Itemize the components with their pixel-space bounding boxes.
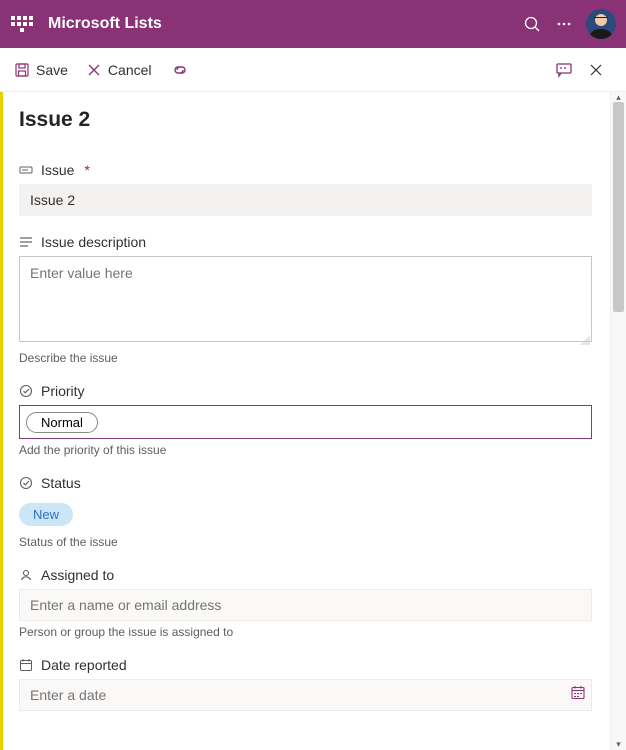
choice-icon <box>19 476 33 490</box>
multiline-icon <box>19 235 33 249</box>
status-label: Status <box>41 475 81 491</box>
person-icon <box>19 568 33 582</box>
form: Issue 2 Issue * Issue description Describ… <box>0 92 610 750</box>
app-title: Microsoft Lists <box>48 15 162 33</box>
status-helper: Status of the issue <box>19 535 592 549</box>
cancel-label: Cancel <box>108 62 152 78</box>
search-icon[interactable] <box>516 8 548 40</box>
description-helper: Describe the issue <box>19 351 592 365</box>
cancel-button[interactable]: Cancel <box>86 62 152 78</box>
issue-input[interactable] <box>19 184 592 216</box>
comments-icon[interactable] <box>548 54 580 86</box>
issue-label: Issue <box>41 162 74 178</box>
required-indicator: * <box>84 162 89 178</box>
date-reported-input[interactable] <box>19 679 592 711</box>
save-label: Save <box>36 62 68 78</box>
form-title: Issue 2 <box>19 108 592 132</box>
priority-label: Priority <box>41 383 85 399</box>
field-issue: Issue * <box>19 162 592 216</box>
field-description: Issue description Describe the issue <box>19 234 592 365</box>
more-icon[interactable] <box>548 8 580 40</box>
field-assigned: Assigned to Person or group the issue is… <box>19 567 592 639</box>
app-launcher-icon[interactable] <box>10 12 34 36</box>
status-input[interactable]: New <box>19 497 592 531</box>
user-avatar[interactable] <box>586 9 616 39</box>
assigned-helper: Person or group the issue is assigned to <box>19 625 592 639</box>
status-pill[interactable]: New <box>19 503 73 526</box>
date-reported-label: Date reported <box>41 657 127 673</box>
field-status: Status New Status of the issue <box>19 475 592 549</box>
choice-icon <box>19 384 33 398</box>
command-bar: Save Cancel <box>0 48 626 92</box>
date-picker-icon[interactable] <box>570 685 586 706</box>
scroll-down-icon[interactable]: ▾ <box>611 739 626 750</box>
field-date-reported: Date reported <box>19 657 592 711</box>
calendar-icon <box>19 658 33 672</box>
close-icon[interactable] <box>580 54 612 86</box>
copy-link-icon[interactable] <box>170 62 190 78</box>
scrollbar[interactable]: ▴ ▾ <box>610 92 626 750</box>
priority-pill[interactable]: Normal <box>26 412 98 433</box>
field-priority: Priority Normal Add the priority of this… <box>19 383 592 457</box>
priority-input[interactable]: Normal <box>19 405 592 439</box>
resize-grip-icon[interactable] <box>580 335 590 345</box>
text-field-icon <box>19 163 33 177</box>
description-label: Issue description <box>41 234 146 250</box>
app-bar: Microsoft Lists <box>0 0 626 48</box>
form-scroll-area: Issue 2 Issue * Issue description Describ… <box>0 92 626 750</box>
priority-helper: Add the priority of this issue <box>19 443 592 457</box>
save-button[interactable]: Save <box>14 62 68 78</box>
assigned-input[interactable] <box>19 589 592 621</box>
description-input[interactable] <box>19 256 592 342</box>
scrollbar-thumb[interactable] <box>613 102 624 312</box>
assigned-label: Assigned to <box>41 567 114 583</box>
